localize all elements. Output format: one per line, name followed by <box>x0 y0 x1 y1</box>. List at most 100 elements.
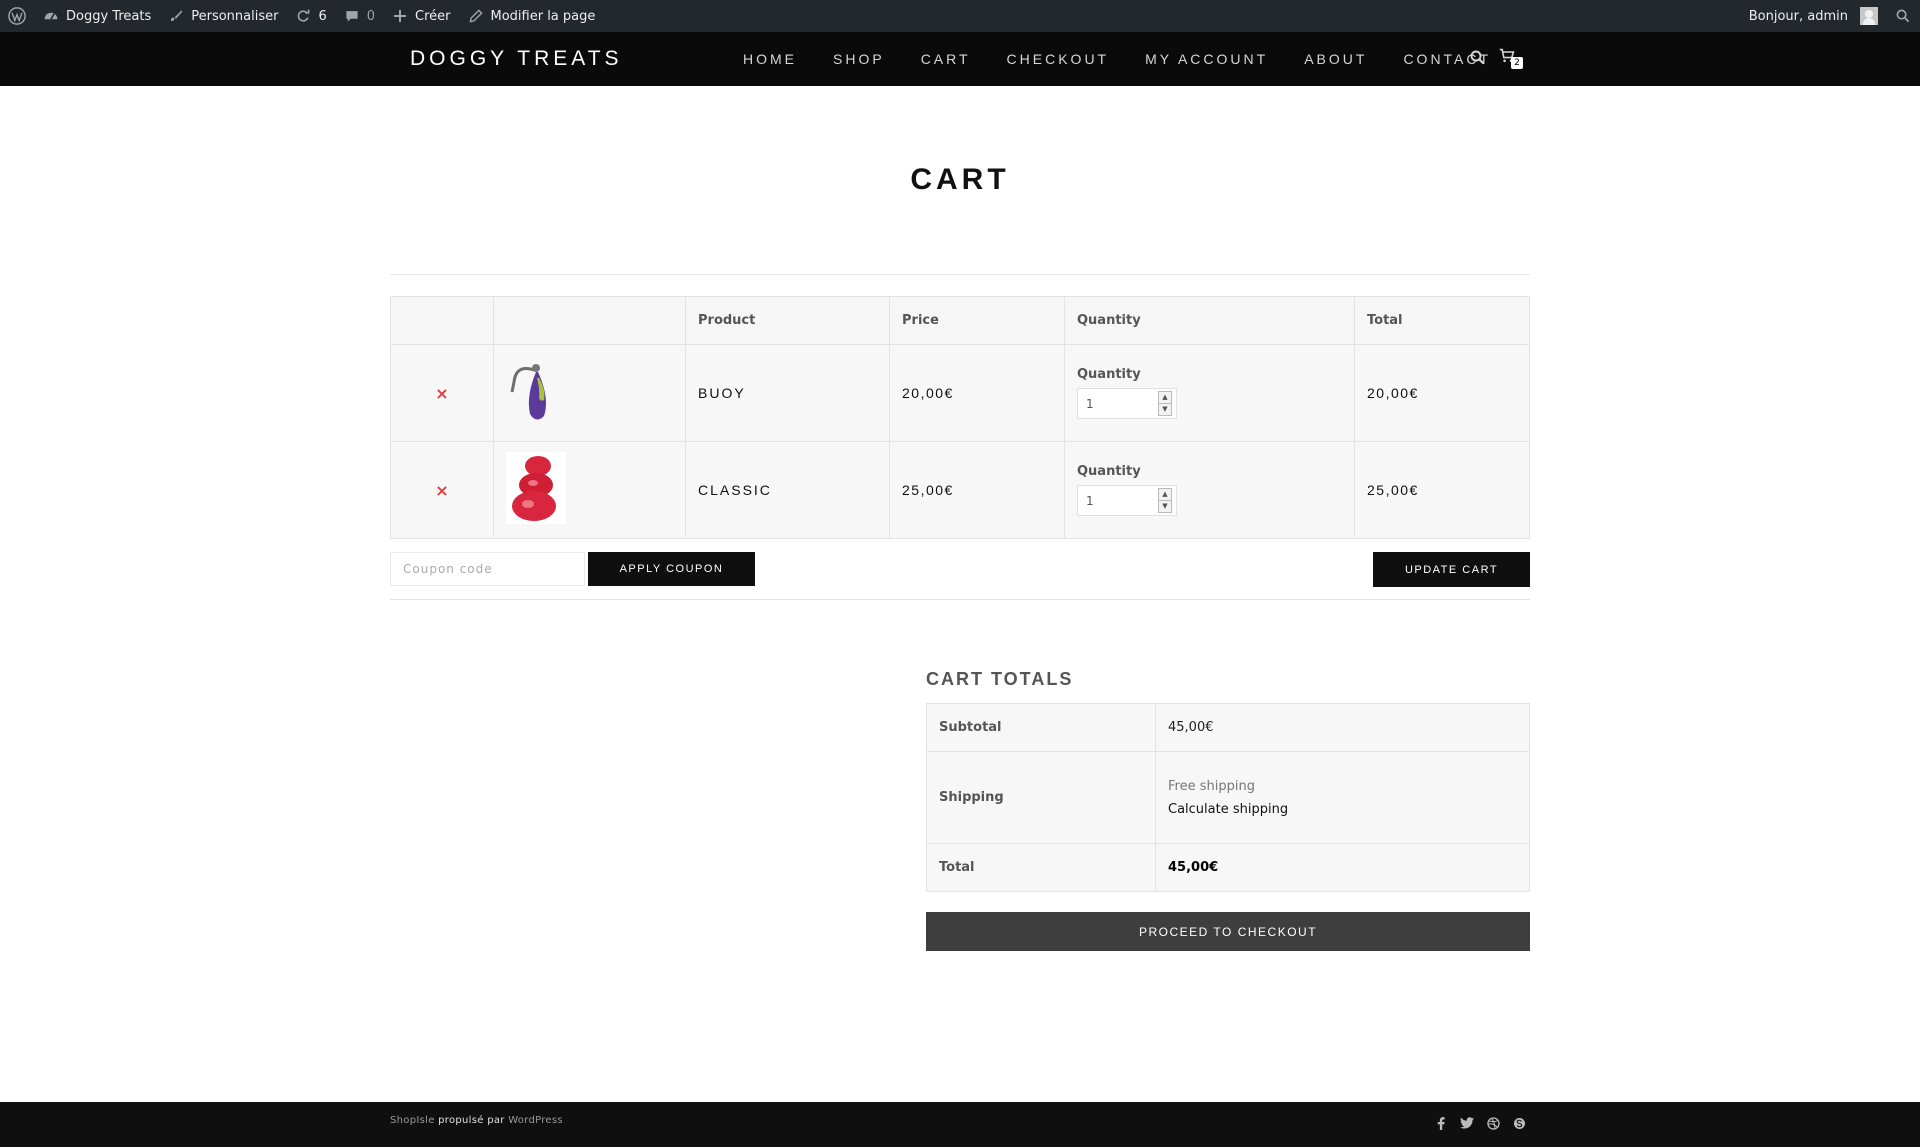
admin-bar: Doggy Treats Personnaliser 6 0 Créer Mod… <box>0 0 1920 32</box>
comments-button[interactable]: 0 <box>335 0 383 32</box>
quantity-stepper[interactable]: 1 ▲ ▼ <box>1077 388 1177 419</box>
product-name-cell: BUOY <box>685 344 890 442</box>
product-price: 20,00€ <box>902 384 954 401</box>
facebook-icon[interactable] <box>1434 1116 1448 1130</box>
chevron-up-icon[interactable]: ▲ <box>1159 489 1171 500</box>
customize-button[interactable]: Personnaliser <box>159 0 286 32</box>
price-cell: 25,00€ <box>889 441 1065 539</box>
skype-icon[interactable] <box>1512 1116 1526 1130</box>
product-thumbnail-buoy[interactable] <box>506 356 566 426</box>
shipping-row: Shipping Free shipping Calculate shippin… <box>926 751 1530 844</box>
footer-powered-text: propulsé par <box>438 1115 505 1126</box>
quantity-stepper[interactable]: 1 ▲ ▼ <box>1077 485 1177 516</box>
plus-icon <box>391 7 409 25</box>
admin-bar-site-link[interactable]: Doggy Treats <box>34 0 159 32</box>
chevron-down-icon[interactable]: ▼ <box>1159 403 1171 415</box>
cart-item-row: × BUOY 20,00€ Quantity 1 ▲ ▼ 20,00€ <box>390 344 1530 442</box>
dashboard-icon <box>42 7 60 25</box>
nav-my-account[interactable]: MY ACCOUNT <box>1145 51 1268 67</box>
product-thumbnail-classic[interactable] <box>506 452 566 524</box>
line-total: 20,00€ <box>1367 384 1419 401</box>
product-price: 25,00€ <box>902 481 954 498</box>
search-icon[interactable] <box>1470 50 1485 69</box>
main-nav: HOME SHOP CART CHECKOUT MY ACCOUNT ABOUT… <box>725 32 1509 86</box>
nav-about[interactable]: ABOUT <box>1304 51 1367 67</box>
footer-credit: ShopIsle propulsé par WordPress <box>390 1115 563 1126</box>
remove-cell: × <box>390 344 494 442</box>
cart-item-row: × CLASSIC 25,00€ Quantity 1 ▲ ▼ 25,00€ <box>390 441 1530 539</box>
shipping-method: Free shipping <box>1168 778 1255 794</box>
shipping-cell: Free shipping Calculate shipping <box>1155 751 1530 844</box>
header-thumbnail <box>493 296 686 345</box>
comment-icon <box>343 7 361 25</box>
header-price: Price <box>889 296 1065 345</box>
header-quantity: Quantity <box>1064 296 1355 345</box>
header-remove <box>390 296 494 345</box>
cart-totals-title: CART TOTALS <box>926 669 1074 689</box>
quantity-spinner[interactable]: ▲ ▼ <box>1158 391 1172 416</box>
product-name-link[interactable]: CLASSIC <box>698 482 772 498</box>
admin-bar-right: Bonjour, admin <box>1741 0 1920 32</box>
quantity-cell: Quantity 1 ▲ ▼ <box>1064 344 1355 442</box>
updates-button[interactable]: 6 <box>286 0 334 32</box>
admin-bar-site-name: Doggy Treats <box>66 8 152 24</box>
dribbble-icon[interactable] <box>1486 1116 1500 1130</box>
total-value: 45,00€ <box>1155 843 1530 892</box>
chevron-down-icon[interactable]: ▼ <box>1159 500 1171 512</box>
title-divider <box>390 274 1530 275</box>
product-name-cell: CLASSIC <box>685 441 890 539</box>
remove-item-button[interactable]: × <box>435 384 448 403</box>
brush-icon <box>167 7 185 25</box>
my-account-menu[interactable]: Bonjour, admin <box>1741 0 1886 32</box>
edit-page-label: Modifier la page <box>490 8 596 24</box>
subtotal-value: 45,00€ <box>1155 703 1530 752</box>
total-label: Total <box>926 843 1156 892</box>
quantity-value: 1 <box>1086 396 1094 411</box>
header-icons: 2 <box>1470 32 1523 86</box>
chevron-up-icon[interactable]: ▲ <box>1159 392 1171 403</box>
remove-item-button[interactable]: × <box>435 481 448 500</box>
proceed-to-checkout-button[interactable]: PROCEED TO CHECKOUT <box>926 912 1530 951</box>
quantity-cell: Quantity 1 ▲ ▼ <box>1064 441 1355 539</box>
calculate-shipping-link[interactable]: Calculate shipping <box>1168 802 1517 817</box>
greeting-text: Bonjour, admin <box>1748 8 1848 24</box>
line-total: 25,00€ <box>1367 481 1419 498</box>
total-cell: 20,00€ <box>1354 344 1530 442</box>
subtotal-row: Subtotal 45,00€ <box>926 703 1530 752</box>
avatar <box>1860 7 1878 25</box>
page-title: CART <box>910 163 1010 196</box>
site-logo[interactable]: DOGGY TREATS <box>410 32 623 86</box>
pencil-icon <box>467 7 485 25</box>
nav-cart[interactable]: CART <box>921 51 971 67</box>
footer-theme-link[interactable]: ShopIsle <box>390 1115 435 1126</box>
quantity-label: Quantity <box>1077 367 1141 382</box>
coupon-code-input[interactable]: Coupon code <box>390 552 585 586</box>
thumbnail-cell <box>493 344 686 442</box>
nav-home[interactable]: HOME <box>743 51 797 67</box>
total-row: Total 45,00€ <box>926 843 1530 892</box>
cart-table-header: Product Price Quantity Total <box>390 296 1530 345</box>
quantity-spinner[interactable]: ▲ ▼ <box>1158 488 1172 513</box>
nav-shop[interactable]: SHOP <box>833 51 885 67</box>
wordpress-icon <box>8 7 26 25</box>
customize-label: Personnaliser <box>191 8 279 24</box>
admin-search-button[interactable] <box>1886 0 1920 32</box>
nav-checkout[interactable]: CHECKOUT <box>1007 51 1110 67</box>
edit-page-button[interactable]: Modifier la page <box>459 0 604 32</box>
twitter-icon[interactable] <box>1460 1116 1474 1130</box>
product-name-link[interactable]: BUOY <box>698 385 746 401</box>
apply-coupon-button[interactable]: APPLY COUPON <box>588 552 755 586</box>
thumbnail-cell <box>493 441 686 539</box>
actions-divider <box>390 599 1530 600</box>
cart-table: Product Price Quantity Total × BUOY 20,0… <box>390 296 1530 539</box>
remove-cell: × <box>390 441 494 539</box>
cart-count-badge: 2 <box>1511 57 1523 69</box>
total-cell: 25,00€ <box>1354 441 1530 539</box>
wordpress-logo-button[interactable] <box>0 0 34 32</box>
update-cart-button[interactable]: UPDATE CART <box>1373 552 1530 587</box>
quantity-value: 1 <box>1086 493 1094 508</box>
footer-wordpress-link[interactable]: WordPress <box>508 1115 563 1126</box>
header-cart-button[interactable]: 2 <box>1499 48 1523 70</box>
new-content-button[interactable]: Créer <box>383 0 458 32</box>
header-total: Total <box>1354 296 1530 345</box>
